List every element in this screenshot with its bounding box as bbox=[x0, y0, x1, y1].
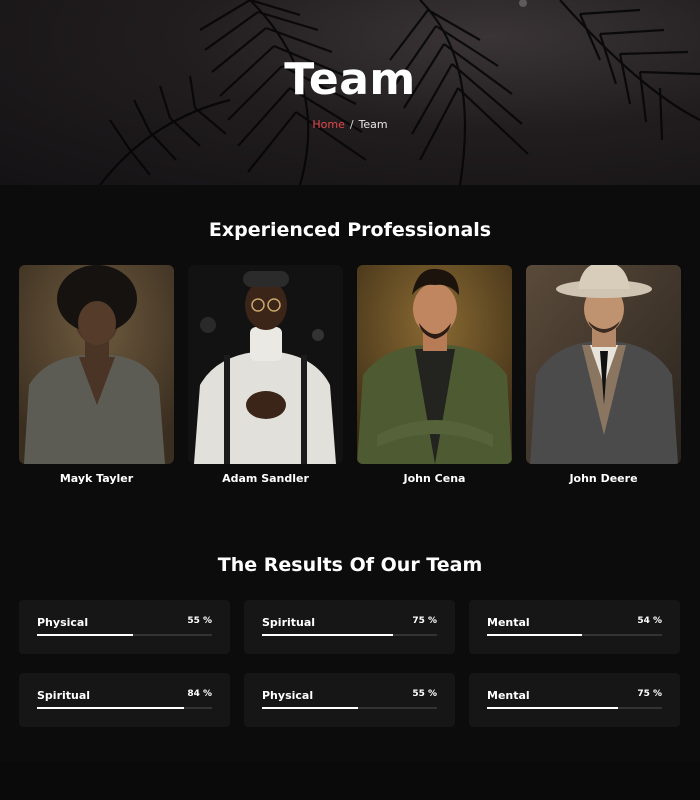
skill-label: Spiritual bbox=[262, 616, 316, 629]
skill-label: Physical bbox=[37, 616, 89, 629]
team-member-photo[interactable] bbox=[188, 265, 343, 464]
member-name[interactable]: Adam Sandler bbox=[188, 472, 343, 485]
member-photo-image bbox=[188, 265, 343, 464]
skill-percent: 55 % bbox=[412, 689, 437, 699]
skill-progress-track bbox=[37, 634, 212, 636]
skill-progress-card: Spiritual 75 % bbox=[244, 600, 455, 654]
skill-progress-fill bbox=[487, 634, 582, 636]
skill-progress-fill bbox=[37, 634, 134, 636]
team-member-photo[interactable] bbox=[19, 265, 174, 464]
skill-percent: 84 % bbox=[187, 689, 212, 699]
skill-progress-card: Physical 55 % bbox=[244, 673, 455, 727]
skill-progress-track bbox=[487, 707, 662, 709]
skill-progress-card: Physical 55 % bbox=[19, 600, 230, 654]
team-member-photo[interactable] bbox=[526, 265, 681, 464]
professionals-section-title: Experienced Professionals bbox=[208, 219, 492, 241]
member-name[interactable]: John Deere bbox=[526, 472, 681, 485]
results-section-title: The Results Of Our Team bbox=[217, 554, 483, 576]
skill-label: Mental bbox=[487, 689, 530, 702]
member-photo-image bbox=[526, 265, 681, 464]
breadcrumb-current: Team bbox=[358, 118, 388, 131]
skill-label: Mental bbox=[487, 616, 530, 629]
skill-progress-track bbox=[487, 634, 662, 636]
skill-percent: 75 % bbox=[637, 689, 662, 699]
skill-progress-fill bbox=[37, 707, 184, 709]
page-hero: Team Home / Team bbox=[0, 0, 700, 185]
page-title: Team bbox=[284, 54, 416, 105]
skill-progress-card: Mental 75 % bbox=[469, 673, 680, 727]
skill-progress-fill bbox=[487, 707, 619, 709]
skill-progress-card: Spiritual 84 % bbox=[19, 673, 230, 727]
skill-progress-track bbox=[37, 707, 212, 709]
skill-label: Physical bbox=[262, 689, 314, 702]
member-name[interactable]: Mayk Tayler bbox=[19, 472, 174, 485]
team-member-photo[interactable] bbox=[357, 265, 512, 464]
skill-percent: 54 % bbox=[637, 616, 662, 626]
skill-progress-track bbox=[262, 707, 437, 709]
member-photo-image bbox=[357, 265, 512, 464]
breadcrumb-home-link[interactable]: Home bbox=[312, 118, 344, 131]
breadcrumb-separator: / bbox=[349, 118, 354, 131]
member-name[interactable]: John Cena bbox=[357, 472, 512, 485]
skill-progress-card: Mental 54 % bbox=[469, 600, 680, 654]
footer-strip bbox=[0, 762, 700, 800]
breadcrumb: Home / Team bbox=[0, 118, 700, 131]
member-photo-image bbox=[19, 265, 174, 464]
skill-progress-fill bbox=[262, 634, 394, 636]
skill-label: Spiritual bbox=[37, 689, 91, 702]
skill-percent: 55 % bbox=[187, 616, 212, 626]
skill-progress-track bbox=[262, 634, 437, 636]
skill-percent: 75 % bbox=[412, 616, 437, 626]
skill-progress-fill bbox=[262, 707, 359, 709]
